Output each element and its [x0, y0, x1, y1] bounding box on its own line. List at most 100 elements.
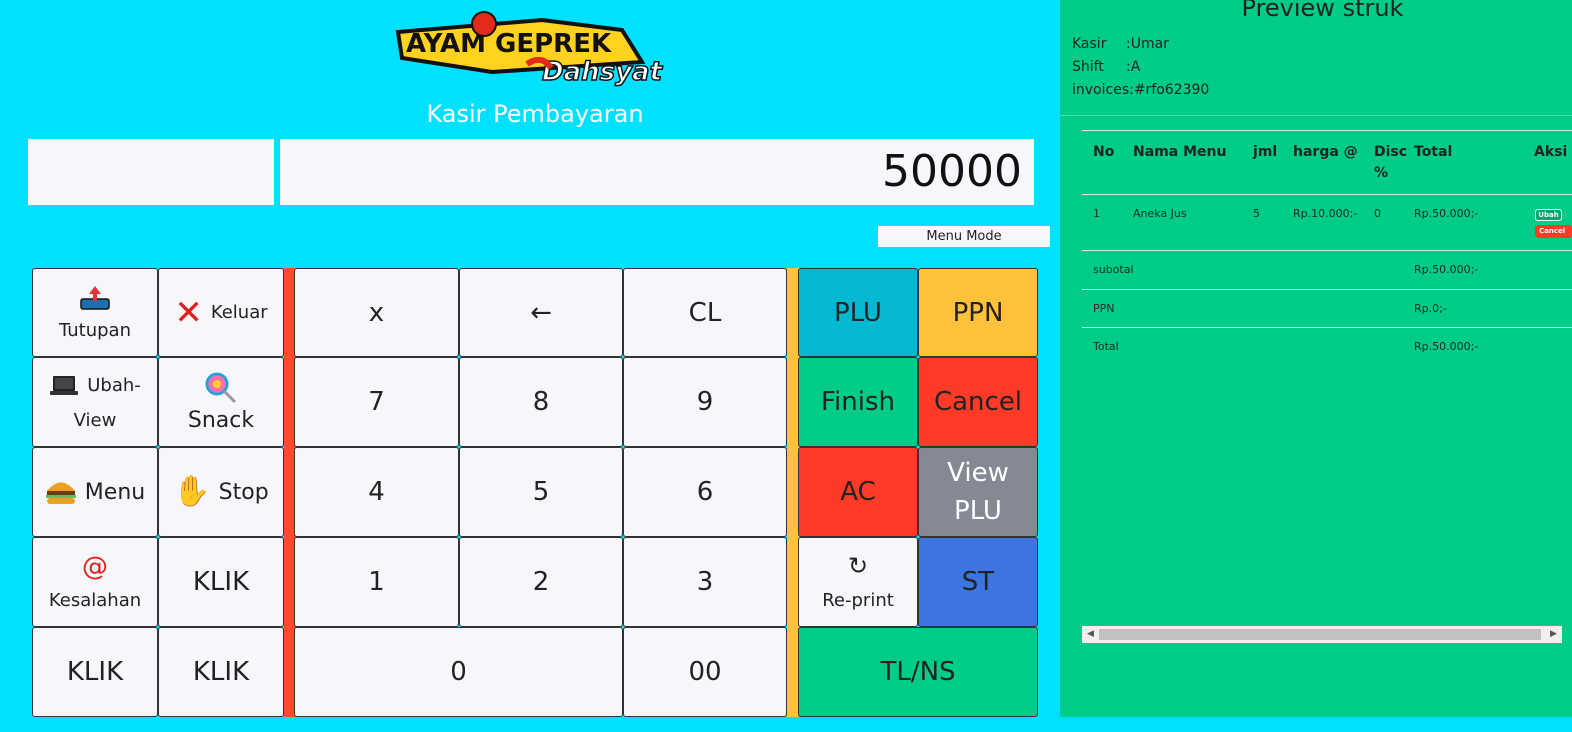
col-disc: Disc: [1374, 144, 1408, 160]
col-disc-unit: %: [1374, 165, 1389, 181]
klik-label: KLIK: [192, 567, 250, 597]
row-no: 1: [1093, 207, 1100, 220]
ppn-button[interactable]: PPN: [918, 268, 1038, 357]
col-nama: Nama Menu: [1133, 144, 1227, 160]
digit-label: 3: [696, 567, 714, 597]
kasir-value: :Umar: [1126, 36, 1169, 52]
digit-label: 0: [450, 657, 467, 687]
view-plu-button[interactable]: View PLU: [918, 447, 1038, 537]
total-value: Rp.50.000;-: [1414, 340, 1479, 353]
secondary-display: [28, 139, 274, 205]
row-harga: Rp.10.000;-: [1293, 207, 1358, 220]
tl-ns-label: TL/NS: [880, 657, 956, 687]
menu-mode-button[interactable]: Menu Mode: [878, 226, 1050, 247]
digit-5-key[interactable]: 5: [459, 447, 623, 537]
digit-label: 8: [532, 387, 550, 417]
digit-8-key[interactable]: 8: [459, 357, 623, 447]
backspace-key[interactable]: ←: [459, 268, 623, 357]
keluar-button[interactable]: ✕ Keluar: [158, 268, 284, 357]
stop-label: Stop: [218, 479, 269, 505]
cancel-label: Cancel: [933, 387, 1023, 417]
digit-label: 2: [532, 567, 550, 597]
digit-6-key[interactable]: 6: [623, 447, 787, 537]
ppn-value: Rp.0;-: [1414, 302, 1447, 315]
col-no: No: [1093, 144, 1115, 160]
cancel-row-button[interactable]: Cancel: [1535, 225, 1572, 238]
kasir-label: Kasir: [1072, 36, 1107, 52]
digit-label: 7: [368, 387, 385, 417]
digit-1-key[interactable]: 1: [294, 537, 459, 627]
invoice-value: :#rfo62390: [1129, 82, 1210, 98]
cross-mark-icon: ✕: [174, 292, 203, 333]
scrollbar-thumb[interactable]: [1099, 629, 1541, 640]
invoice-label: invoices: [1072, 82, 1130, 98]
scroll-left-icon[interactable]: ◀: [1082, 626, 1099, 643]
receipt-info: Kasir:Umar Shift:A invoices:#rfo62390: [1072, 33, 1209, 102]
ubah-view-button[interactable]: Ubah- View: [32, 357, 158, 447]
ac-button[interactable]: AC: [798, 447, 918, 537]
table-line: [1082, 289, 1572, 290]
digit-9-key[interactable]: 9: [623, 357, 787, 447]
digit-label: 4: [368, 477, 385, 507]
col-total: Total: [1414, 144, 1453, 160]
klik-button-3[interactable]: KLIK: [158, 627, 284, 717]
klik-button-2[interactable]: KLIK: [32, 627, 158, 717]
svg-text:Dahsyat: Dahsyat: [542, 57, 664, 87]
backspace-label: ←: [530, 297, 552, 328]
snack-button[interactable]: Snack: [158, 357, 284, 447]
kesalahan-label: Kesalahan: [48, 589, 142, 611]
kesalahan-button[interactable]: @ Kesalahan: [32, 537, 158, 627]
ac-label: AC: [840, 477, 876, 507]
scroll-right-icon[interactable]: ▶: [1545, 626, 1562, 643]
at-sign-icon: @: [82, 551, 108, 582]
col-aksi: Aksi: [1534, 144, 1568, 160]
table-line: [1082, 250, 1572, 251]
ubah-row-button[interactable]: Ubah: [1535, 209, 1562, 221]
clear-label: CL: [688, 297, 722, 328]
digit-label: 00: [688, 657, 722, 687]
divider: [1060, 115, 1572, 116]
digit-7-key[interactable]: 7: [294, 357, 459, 447]
klik-button-1[interactable]: KLIK: [158, 537, 284, 627]
multiply-label: x: [368, 297, 385, 328]
digit-label: 9: [696, 387, 714, 417]
upload-tray-icon: [80, 286, 110, 310]
horizontal-scrollbar[interactable]: ◀ ▶: [1082, 626, 1562, 643]
tl-ns-button[interactable]: TL/NS: [798, 627, 1038, 717]
digit-0-key[interactable]: 0: [294, 627, 623, 717]
finish-label: Finish: [820, 387, 895, 417]
total-label: Total: [1093, 340, 1119, 353]
raised-hand-icon: ✋: [173, 474, 211, 509]
reprint-button[interactable]: ↻ Re-print: [798, 537, 918, 627]
finish-button[interactable]: Finish: [798, 357, 918, 447]
menu-label: Menu: [84, 479, 146, 505]
digit-4-key[interactable]: 4: [294, 447, 459, 537]
st-button[interactable]: ST: [918, 537, 1038, 627]
digit-label: 6: [696, 477, 714, 507]
tutupan-button[interactable]: Tutupan: [32, 268, 158, 357]
stop-button[interactable]: ✋ Stop: [158, 447, 284, 537]
plu-button[interactable]: PLU: [798, 268, 918, 357]
clear-key[interactable]: CL: [623, 268, 787, 357]
menu-button[interactable]: Menu: [32, 447, 158, 537]
burger-icon: [45, 482, 76, 504]
subtotal-label: subotal: [1093, 263, 1134, 276]
laptop-icon: [50, 375, 79, 395]
reprint-label: Re-print: [822, 589, 894, 611]
ubah-view-label-2: View: [73, 409, 117, 431]
col-jml: jml: [1253, 144, 1278, 160]
table-line: [1082, 130, 1572, 131]
cancel-button[interactable]: Cancel: [918, 357, 1038, 447]
page-title: Kasir Pembayaran: [426, 100, 644, 128]
ubah-view-label-1: Ubah-: [87, 375, 141, 396]
st-label: ST: [961, 567, 995, 597]
table-line: [1082, 194, 1572, 195]
subtotal-value: Rp.50.000;-: [1414, 263, 1479, 276]
digit-3-key[interactable]: 3: [623, 537, 787, 627]
lollipop-icon: [205, 372, 237, 403]
digit-2-key[interactable]: 2: [459, 537, 623, 627]
double-zero-key[interactable]: 00: [623, 627, 787, 717]
multiply-key[interactable]: x: [294, 268, 459, 357]
klik-label: KLIK: [66, 657, 124, 687]
tutupan-label: Tutupan: [59, 320, 131, 341]
